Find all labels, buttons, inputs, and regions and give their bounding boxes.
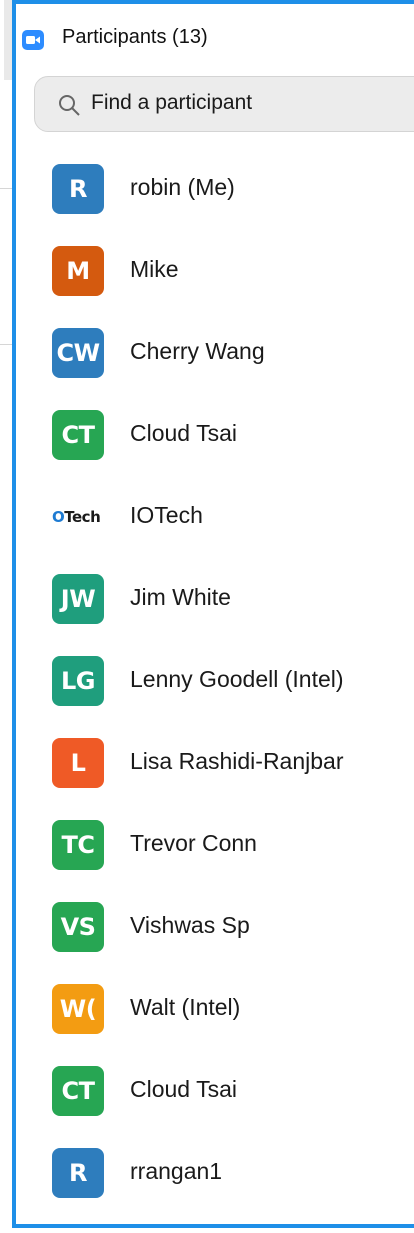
participant-name: Vishwas Sp bbox=[130, 912, 250, 938]
background-divider bbox=[0, 188, 12, 189]
participant-row[interactable]: CT Cloud Tsai bbox=[16, 1066, 414, 1136]
background-divider bbox=[0, 344, 12, 345]
participant-row[interactable]: LG Lenny Goodell (Intel) bbox=[16, 656, 414, 726]
participant-row[interactable]: TC Trevor Conn bbox=[16, 820, 414, 890]
participant-avatar: CT bbox=[52, 410, 104, 460]
participant-name: Cherry Wang bbox=[130, 338, 265, 364]
participant-name: Walt (Intel) bbox=[130, 994, 241, 1020]
zoom-window: Participants (13) Find a participant Rro… bbox=[0, 0, 414, 1233]
participant-row[interactable]: M Mike bbox=[16, 246, 414, 316]
participant-row[interactable]: L Lisa Rashidi-Ranjbar bbox=[16, 738, 414, 808]
search-placeholder: Find a participant bbox=[91, 91, 253, 114]
participant-avatar: R bbox=[52, 164, 104, 214]
video-camera-icon bbox=[22, 30, 44, 50]
search-input[interactable]: Find a participant bbox=[34, 76, 414, 132]
participant-name: Jim White bbox=[130, 584, 231, 610]
participant-avatar: JW bbox=[52, 574, 104, 624]
participant-avatar: CT bbox=[52, 1066, 104, 1116]
participant-row[interactable]: O Tech IOTech bbox=[16, 492, 414, 562]
participant-row[interactable]: JW Jim White bbox=[16, 574, 414, 644]
participant-name: Cloud Tsai bbox=[130, 1076, 237, 1102]
participant-avatar: R bbox=[52, 1148, 104, 1198]
participant-avatar: O Tech bbox=[52, 492, 104, 542]
participant-avatar: W( bbox=[52, 984, 104, 1034]
participant-name: Lenny Goodell (Intel) bbox=[130, 666, 344, 692]
participant-name: IOTech bbox=[130, 502, 203, 528]
search-icon bbox=[59, 95, 80, 116]
participant-row[interactable]: Rrobin (Me) bbox=[16, 164, 414, 234]
background-shade bbox=[4, 0, 12, 80]
participant-row[interactable]: CW Cherry Wang bbox=[16, 328, 414, 398]
panel-titlebar: Participants (13) bbox=[16, 4, 414, 68]
participant-row[interactable]: CT Cloud Tsai bbox=[16, 410, 414, 480]
participant-name: Lisa Rashidi-Ranjbar bbox=[130, 748, 344, 774]
participant-name: Mike bbox=[130, 256, 179, 282]
participant-avatar: L bbox=[52, 738, 104, 788]
panel-title: Participants (13) bbox=[62, 26, 208, 48]
participant-row[interactable]: W( Walt (Intel) bbox=[16, 984, 414, 1054]
participants-panel: Participants (13) Find a participant Rro… bbox=[12, 0, 414, 1228]
logo-rest: Tech bbox=[64, 508, 101, 526]
logo-o: O bbox=[52, 508, 65, 526]
participant-name: robin (Me) bbox=[130, 174, 235, 200]
participant-avatar: M bbox=[52, 246, 104, 296]
participant-avatar: LG bbox=[52, 656, 104, 706]
participant-name: Cloud Tsai bbox=[130, 420, 237, 446]
background-window-edge bbox=[0, 0, 12, 1233]
participant-row[interactable]: VS Vishwas Sp bbox=[16, 902, 414, 972]
participant-row[interactable]: Rrrangan1 bbox=[16, 1148, 414, 1218]
participant-name: Trevor Conn bbox=[130, 830, 257, 856]
participant-avatar: TC bbox=[52, 820, 104, 870]
participant-avatar: CW bbox=[52, 328, 104, 378]
participant-name: rrangan1 bbox=[130, 1158, 223, 1184]
participant-avatar: VS bbox=[52, 902, 104, 952]
